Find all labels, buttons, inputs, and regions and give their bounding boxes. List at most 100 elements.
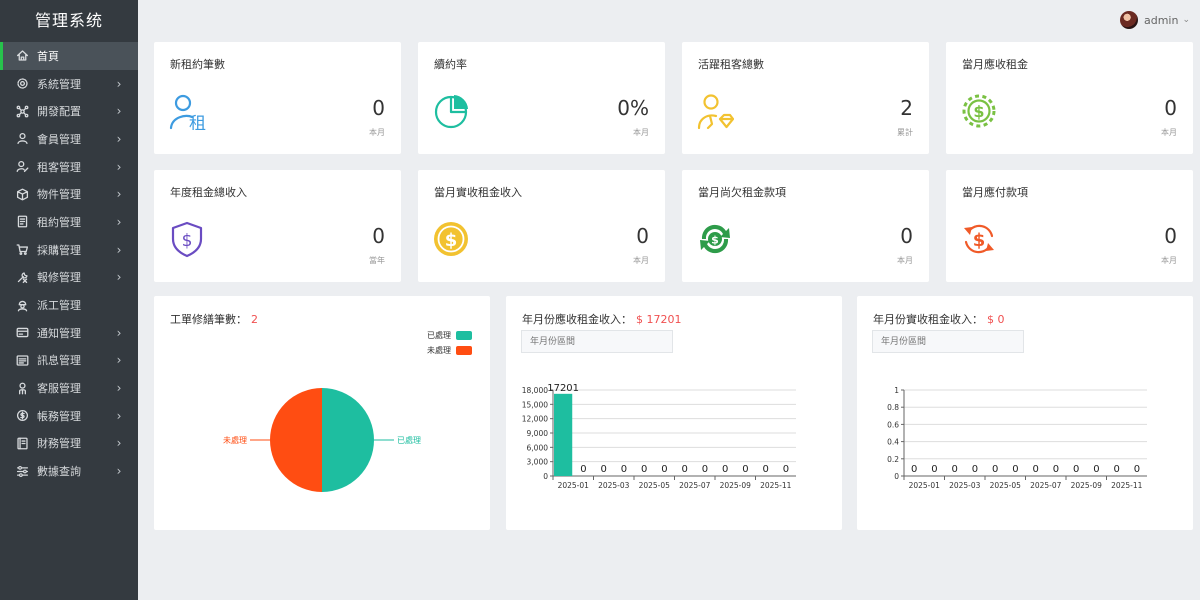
user-name: admin	[1143, 13, 1179, 27]
stat-card: 當月應付款項 $0 本月	[946, 170, 1193, 282]
sidebar-item-8[interactable]: 報修管理 ›	[0, 264, 138, 292]
data-label: 0	[1073, 464, 1079, 475]
dollar-gear-icon: $	[960, 92, 998, 130]
chevron-right-icon: ›	[116, 187, 122, 202]
sidebar-item-1[interactable]: 系統管理 ›	[0, 70, 138, 98]
x-tick-label: 2025-07	[679, 481, 711, 490]
stat-card: 活躍租客總數 2 累計	[682, 42, 929, 154]
receivable-bar-chart: 0 3,000 6,000 9,000 12,000 15,000 18,000 17201 0…	[522, 383, 796, 490]
stat-card: 年度租金總收入 $0 當年	[154, 170, 401, 282]
y-tick-label: 1	[894, 386, 899, 395]
sidebar-item-11[interactable]: 訊息管理 ›	[0, 347, 138, 375]
svg-text:$: $	[182, 231, 193, 251]
sidebar-item-13[interactable]: 帳務管理 ›	[0, 402, 138, 430]
avatar	[1119, 11, 1138, 29]
sidebar-item-4[interactable]: 租客管理 ›	[0, 153, 138, 181]
y-tick-label: 3,000	[527, 458, 549, 467]
svg-text:$: $	[973, 230, 986, 251]
chevron-right-icon: ›	[116, 131, 122, 146]
gear-icon	[16, 77, 37, 90]
sidebar-item-label: 首頁	[37, 49, 59, 63]
y-tick-label: 0	[894, 472, 899, 481]
pie-slice	[270, 388, 322, 492]
chevron-right-icon: ›	[116, 76, 122, 91]
stat-title: 新租約筆數	[170, 58, 225, 71]
x-tick-label: 2025-01	[558, 481, 590, 490]
sidebar-item-12[interactable]: 客服管理 ›	[0, 374, 138, 402]
sidebar-item-6[interactable]: 租約管理 ›	[0, 208, 138, 236]
stat-title: 當月尚欠租金款項	[698, 186, 786, 199]
sidebar-item-14[interactable]: 財務管理 ›	[0, 430, 138, 458]
sidebar-item-label: 客服管理	[37, 382, 81, 396]
stat-card: 當月尚欠租金款項 $0 本月	[682, 170, 929, 282]
home-icon	[16, 49, 37, 62]
sidebar-item-label: 帳務管理	[37, 409, 81, 423]
sidebar-item-label: 通知管理	[37, 326, 81, 340]
pie-slice	[322, 388, 374, 492]
chevron-right-icon: ›	[116, 381, 122, 396]
chevron-right-icon: ›	[116, 464, 122, 479]
stat-unit: 本月	[633, 256, 649, 265]
sidebar-item-3[interactable]: 會員管理 ›	[0, 125, 138, 153]
stat-title: 活躍租客總數	[698, 58, 764, 71]
support-icon	[16, 382, 37, 395]
chevron-down-icon: ⌄	[1182, 15, 1190, 25]
filter-icon	[16, 465, 37, 478]
data-label: 0	[1032, 464, 1038, 475]
x-tick-label: 2025-03	[949, 481, 981, 490]
data-label: 0	[762, 464, 768, 475]
sidebar-item-label: 採購管理	[37, 243, 81, 257]
app-title: 管理系统	[34, 11, 103, 30]
tools-icon	[16, 271, 37, 284]
dollar-shield-icon: $	[168, 220, 206, 258]
y-tick-label: 9,000	[527, 429, 549, 438]
received-bar-chart: 0 0.2 0.4 0.6 0.8 1 0 0 0 0 0 0 0 0 0 0 0 0 2025-01 2025-03…	[887, 386, 1147, 490]
sidebar-item-10[interactable]: 通知管理 ›	[0, 319, 138, 347]
sidebar-item-15[interactable]: 數據查詢 ›	[0, 457, 138, 485]
y-tick-label: 0.6	[887, 420, 899, 429]
cart-icon	[16, 243, 37, 256]
sidebar-item-2[interactable]: 開發配置 ›	[0, 97, 138, 125]
data-label: 0	[951, 464, 957, 475]
svg-text:$: $	[445, 230, 458, 251]
x-tick-label: 2025-11	[1111, 481, 1143, 490]
notice-icon	[16, 326, 37, 339]
stat-value: 0	[636, 224, 649, 248]
message-icon	[16, 354, 37, 367]
user-edit-icon	[16, 160, 37, 173]
sidebar-item-0[interactable]: 首頁	[0, 42, 138, 70]
chevron-right-icon: ›	[116, 353, 122, 368]
stat-value: 2	[900, 96, 913, 120]
data-label: 0	[931, 464, 937, 475]
chevron-right-icon: ›	[116, 436, 122, 451]
account-icon	[16, 409, 37, 422]
data-label: 0	[681, 464, 687, 475]
sidebar-item-label: 報修管理	[37, 271, 81, 285]
data-label: 0	[702, 464, 708, 475]
chevron-right-icon: ›	[116, 214, 122, 229]
stat-card: 新租約筆數租 0 本月	[154, 42, 401, 154]
sidebar-item-5[interactable]: 物件管理 ›	[0, 180, 138, 208]
data-label: 0	[621, 464, 627, 475]
sidebar-item-9[interactable]: 派工管理	[0, 291, 138, 319]
chevron-right-icon: ›	[116, 242, 122, 257]
chevron-right-icon: ›	[116, 325, 122, 340]
received-panel: 年月份實收租金收入：$ 0 00.20.40.60.81000000000000…	[857, 296, 1193, 530]
svg-text:租: 租	[189, 114, 206, 130]
user-diamond-icon	[696, 92, 735, 130]
sidebar-item-7[interactable]: 採購管理 ›	[0, 236, 138, 264]
box-icon	[16, 188, 37, 201]
svg-text:$: $	[973, 102, 984, 121]
stat-title: 當月應付款項	[962, 186, 1028, 199]
chevron-right-icon: ›	[116, 408, 122, 423]
repairs-pie-chart: 已處理 未處理	[223, 388, 421, 492]
stat-value: 0	[372, 96, 385, 120]
sidebar-item-label: 會員管理	[37, 132, 81, 146]
data-label: 0	[600, 464, 606, 475]
chevron-right-icon: ›	[116, 104, 122, 119]
user-menu[interactable]: admin ⌄	[1119, 10, 1190, 30]
chevron-right-icon: ›	[116, 270, 122, 285]
pie-label: 未處理	[223, 435, 247, 445]
sidebar-item-label: 系統管理	[37, 77, 81, 91]
stat-value: 0	[900, 224, 913, 248]
